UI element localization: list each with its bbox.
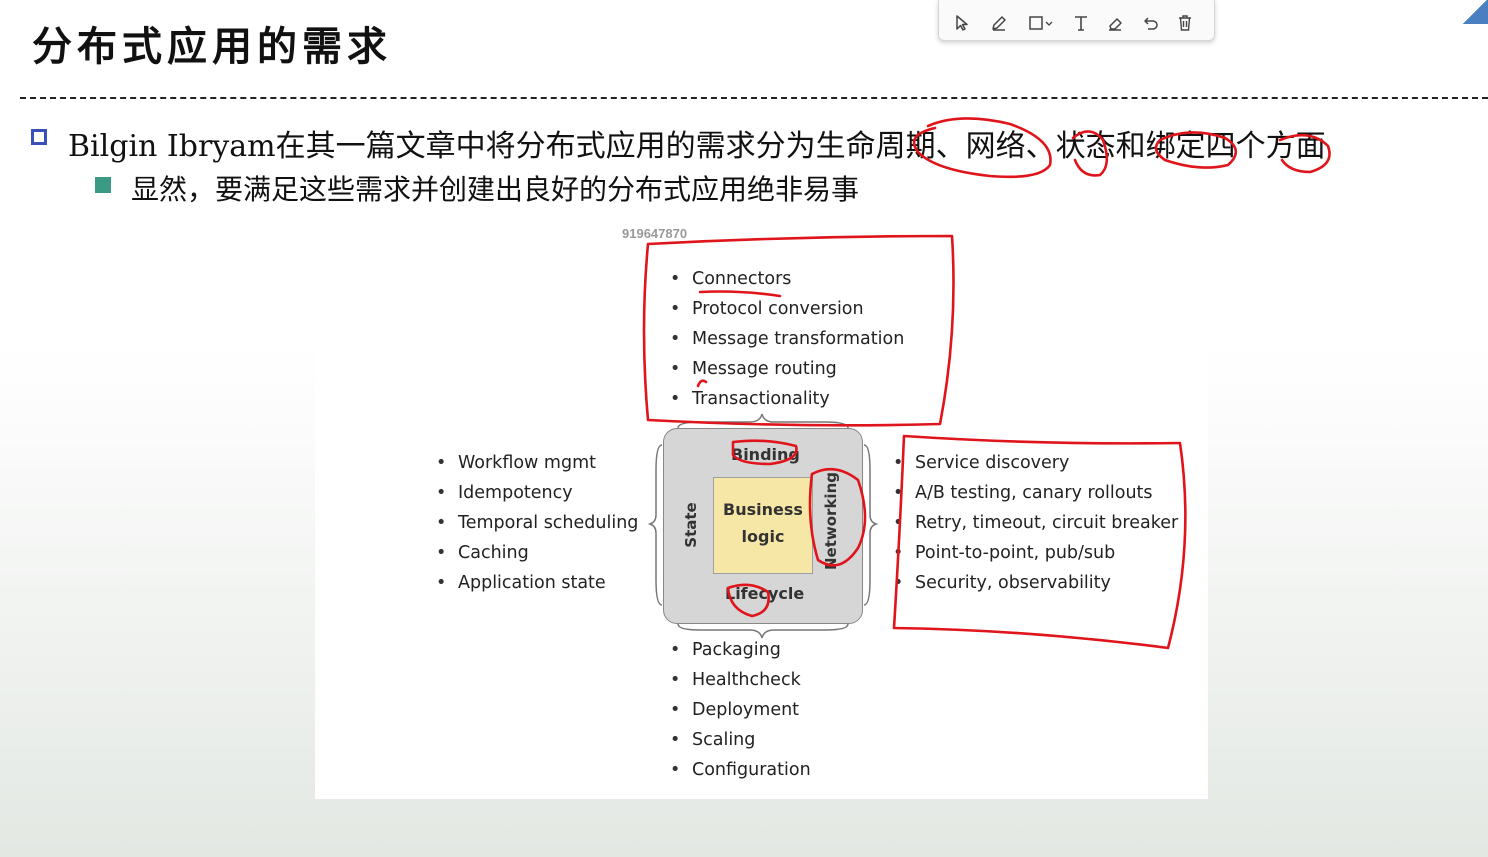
eraser-icon[interactable] [1106,14,1124,32]
list-item: Scaling [670,725,811,755]
list-item: Message transformation [670,324,904,354]
list-item: Idempotency [436,478,638,508]
list-item: Connectors [670,264,904,294]
binding-list: Connectors Protocol conversion Message t… [670,264,904,414]
list-item: Protocol conversion [670,294,904,324]
networking-list: Service discovery A/B testing, canary ro… [893,448,1178,598]
annotation-toolbar [938,0,1215,41]
slide-title: 分布式应用的需求 [32,24,392,70]
business-logic-label: Business logic [713,496,813,550]
pen-icon[interactable] [990,14,1008,32]
shape-icon[interactable] [1028,14,1054,32]
list-item: Workflow mgmt [436,448,638,478]
undo-icon[interactable] [1142,14,1160,32]
list-item: Deployment [670,695,811,725]
select-icon[interactable] [953,14,971,32]
networking-label: Networking [822,472,840,570]
text-icon[interactable] [1072,14,1090,32]
list-item: Temporal scheduling [436,508,638,538]
bullet-text-2: 显然，要满足这些需求并创建出良好的分布式应用绝非易事 [131,173,860,206]
corner-marker [1462,0,1488,24]
binding-label: Binding [731,445,800,464]
lifecycle-list: Packaging Healthcheck Deployment Scaling… [670,635,811,785]
list-item: Message routing [670,354,904,384]
business-line-1: Business [723,500,803,519]
list-item: Transactionality [670,384,904,414]
list-item: Point-to-point, pub/sub [893,538,1178,568]
state-label: State [682,502,700,548]
bullet-text-1: Bilgin Ibryam在其一篇文章中将分布式应用的需求分为生命周期、网络、状… [68,129,1326,164]
list-item: Retry, timeout, circuit breaker [893,508,1178,538]
list-item: Application state [436,568,638,598]
state-list: Workflow mgmt Idempotency Temporal sched… [436,448,638,598]
business-line-2: logic [741,527,785,546]
list-item: Configuration [670,755,811,785]
title-divider [20,97,1488,99]
list-item: Service discovery [893,448,1178,478]
list-item: Security, observability [893,568,1178,598]
list-item: Packaging [670,635,811,665]
list-item: Caching [436,538,638,568]
filled-square-bullet-icon [95,177,111,193]
delete-icon[interactable] [1176,14,1194,32]
watermark-id: 919647870 [622,226,688,241]
list-item: A/B testing, canary rollouts [893,478,1178,508]
lifecycle-label: Lifecycle [725,584,805,603]
list-item: Healthcheck [670,665,811,695]
square-bullet-icon [31,129,47,145]
